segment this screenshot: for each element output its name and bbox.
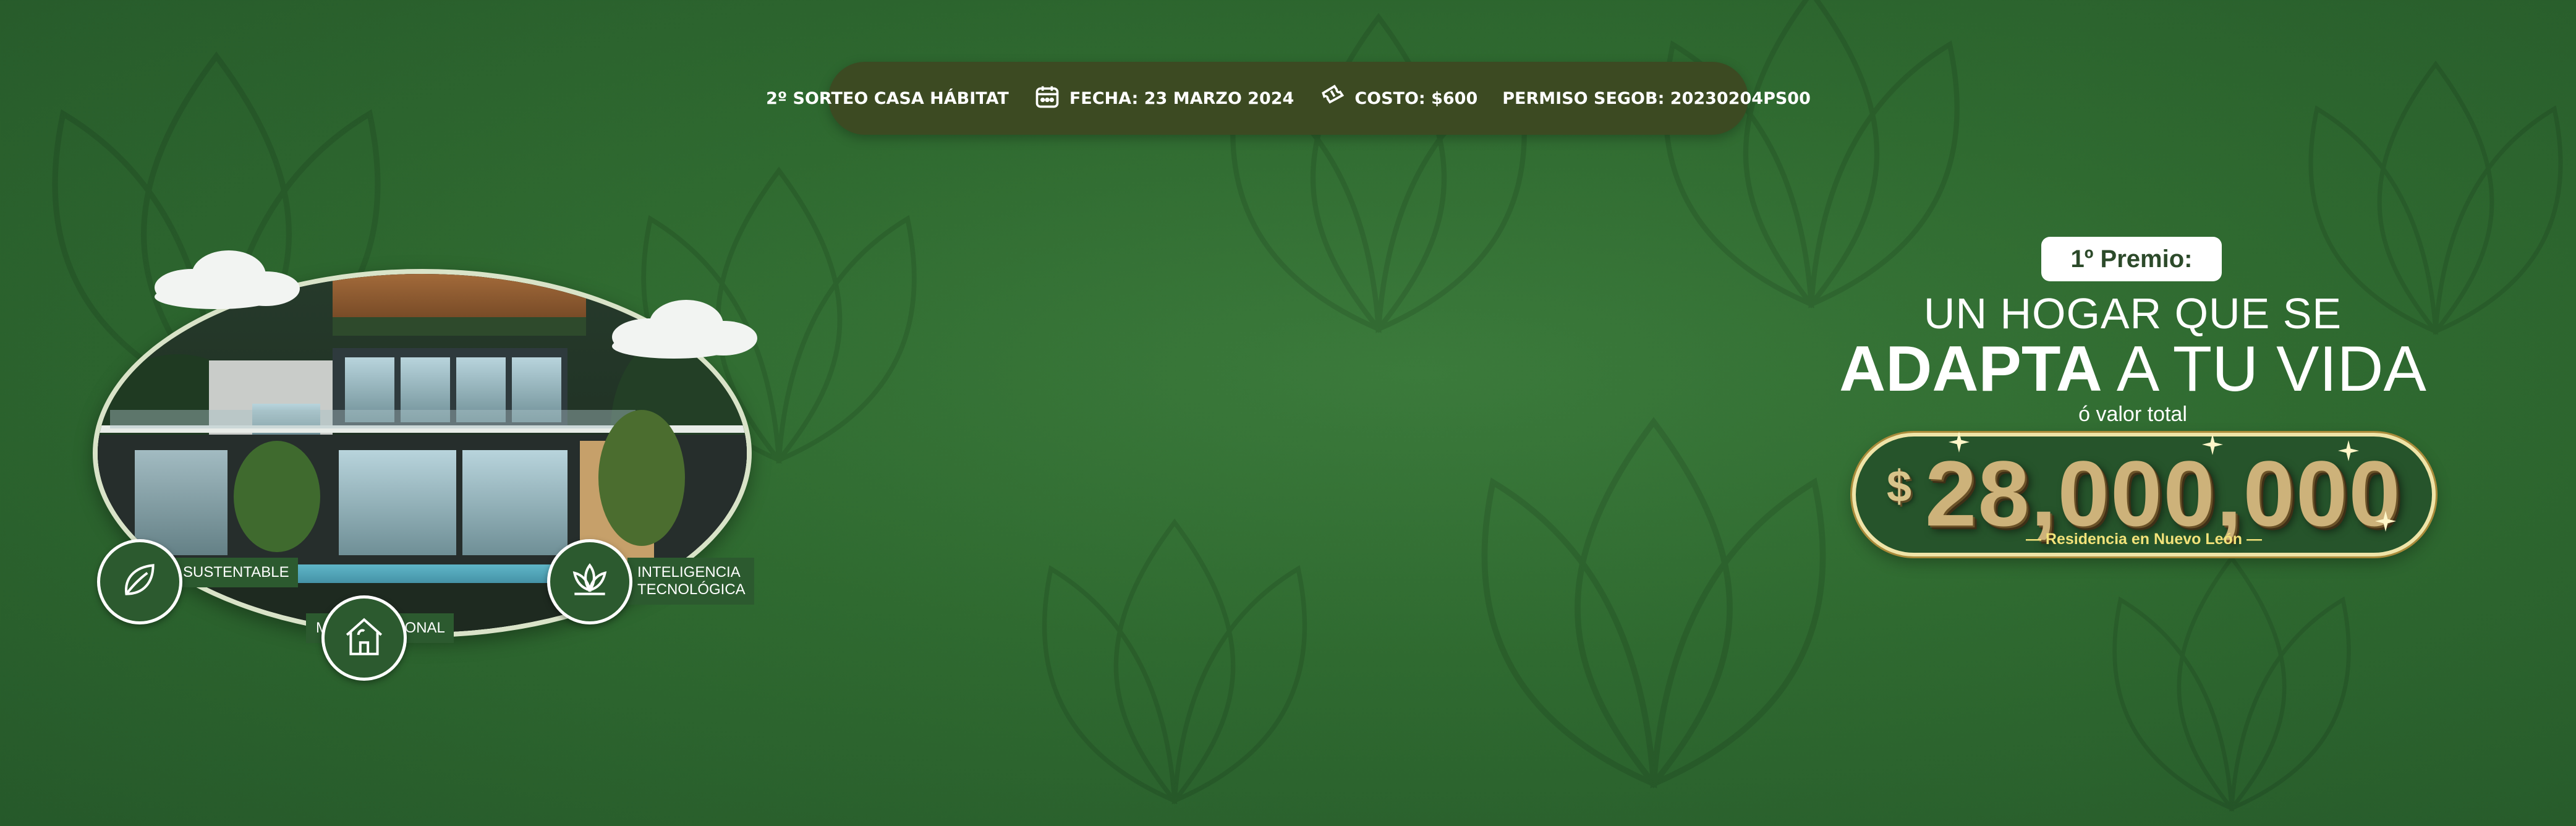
sparkle-icon — [1949, 432, 1970, 453]
feature-label-sustentable: SUSTENTABLE — [173, 558, 298, 587]
prize-badge: 1º Premio: — [2041, 237, 2222, 281]
raffle-name: 2º SORTEO CASA HÁBITAT — [766, 88, 1009, 108]
sparkle-icon — [2338, 440, 2359, 461]
ticket-cost: COSTO: $600 — [1354, 88, 1478, 108]
sparkle-icon — [2202, 434, 2223, 455]
raffle-info-bar: 2º SORTEO CASA HÁBITAT FECHA: 23 MARZO 2… — [766, 62, 1811, 135]
feature-badge-inteligencia — [547, 539, 632, 624]
leaf-icon — [117, 558, 163, 606]
cloud-illustration — [612, 300, 757, 359]
permit-item: PERMISO SEGOB: 20230204PS00 — [1490, 89, 1823, 108]
headline-line1: UN HOGAR QUE SE — [1923, 289, 2342, 338]
sparkle-icon — [2375, 511, 2396, 532]
draw-date: FECHA: 23 MARZO 2024 — [1069, 88, 1294, 108]
headline-rest: A TU VIDA — [2102, 333, 2426, 405]
feature-label-text: SUSTENTABLE — [183, 564, 289, 581]
cloud-illustration — [155, 250, 300, 309]
segob-permit: PERMISO SEGOB: 20230204PS00 — [1502, 88, 1811, 108]
background-leaf-pattern — [1638, 0, 1984, 321]
raffle-name-item: 2º SORTEO CASA HÁBITAT — [754, 89, 1021, 108]
background-leaf-pattern — [1020, 507, 1329, 816]
prize-value-pill: $ 28,000,000 — Residencia en Nuevo León … — [1852, 432, 2436, 556]
house-illustration: SUSTENTABLE MULTIFUNCIONAL INTELIGENCIA … — [93, 250, 760, 681]
background-leaf-pattern — [1205, 0, 1552, 346]
prize-location: — Residencia en Nuevo León — — [2025, 530, 2263, 548]
feature-label-line1: INTELIGENCIA — [637, 564, 741, 581]
background-leaf-pattern — [2071, 544, 2392, 822]
currency-sign: $ — [1887, 462, 1912, 511]
headline-line2: ADAPTA A TU VIDA — [1830, 333, 2436, 406]
ticket-icon — [1319, 83, 1346, 114]
headline-bold: ADAPTA — [1839, 333, 2102, 405]
feature-label-inteligencia: INTELIGENCIA TECNOLÓGICA — [627, 558, 754, 605]
feature-badge-sustentable — [97, 539, 182, 624]
value-label: ó valor total — [2078, 402, 2187, 426]
calendar-icon — [1034, 83, 1061, 114]
cost-item: COSTO: $600 — [1306, 83, 1490, 114]
date-item: FECHA: 23 MARZO 2024 — [1021, 83, 1307, 114]
lotus-icon — [567, 558, 613, 606]
background-leaf-pattern — [1453, 402, 1855, 804]
house-icon — [341, 614, 387, 662]
feature-badge-multifuncional — [321, 595, 407, 681]
feature-label-line2: TECNOLÓGICA — [637, 581, 746, 598]
